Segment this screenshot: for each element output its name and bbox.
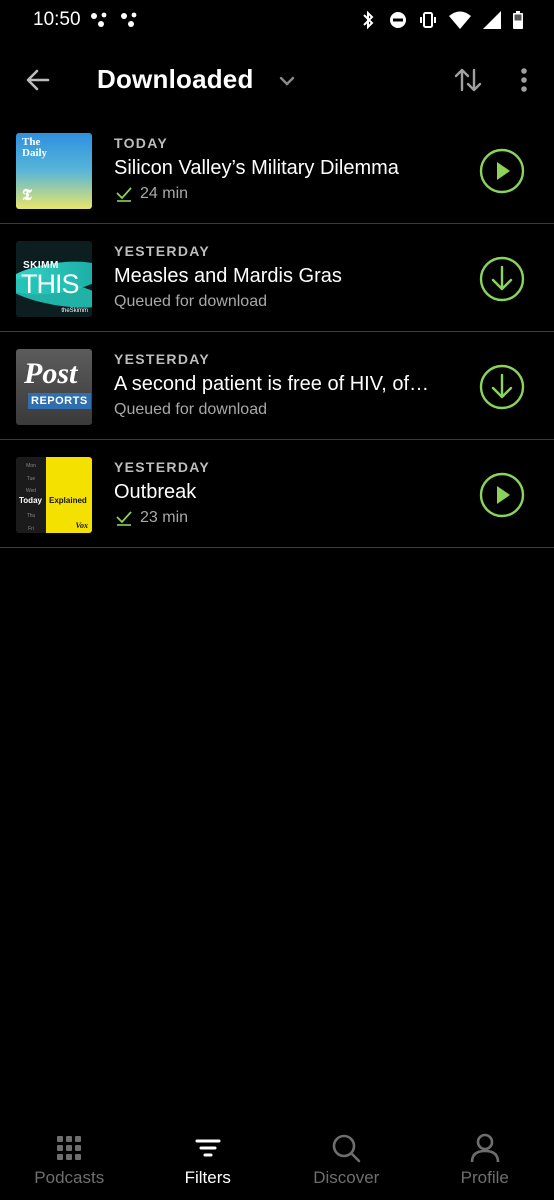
- episode-title: A second patient is free of HIV, of…: [114, 373, 429, 395]
- sort-icon[interactable]: [452, 64, 484, 96]
- status-time: 10:50: [33, 9, 81, 30]
- artwork-text: Daily: [22, 147, 48, 159]
- episode-subtitle: 23 min: [114, 509, 454, 527]
- episode-meta: YESTERDAY Outbreak 23 min: [114, 459, 454, 527]
- nyt-logo: 𝕿: [22, 187, 32, 204]
- checkmark-icon: [116, 187, 132, 202]
- nav-label: Discover: [313, 1168, 380, 1187]
- play-icon[interactable]: [479, 148, 525, 194]
- profile-icon: [470, 1133, 500, 1163]
- episode-title: Silicon Valley’s Military Dilemma: [114, 157, 399, 179]
- arrow-back-icon: [26, 69, 50, 91]
- podcast-artwork-skimm-this: SKIMM THIS theSkimm: [16, 241, 92, 317]
- artwork-text: Post: [24, 357, 78, 390]
- nav-item-discover[interactable]: Discover: [277, 1122, 416, 1200]
- episode-title: Measles and Mardis Gras: [114, 265, 342, 287]
- status-bar: 10:50: [0, 0, 554, 42]
- artwork-text: REPORTS: [28, 393, 91, 409]
- assistant-dots-icon: [91, 12, 107, 27]
- nav-label: Filters: [184, 1168, 231, 1187]
- episode-meta: YESTERDAY A second patient is free of HI…: [114, 351, 454, 419]
- search-icon: [332, 1134, 361, 1163]
- nav-item-podcasts[interactable]: Podcasts: [0, 1122, 139, 1200]
- signal-icon: [483, 11, 501, 29]
- system-icons: [358, 10, 524, 30]
- episode-row[interactable]: Post REPORTS YESTERDAY A second patient …: [0, 332, 554, 440]
- artwork-text: Explained: [49, 496, 87, 505]
- back-button[interactable]: [22, 64, 54, 96]
- nav-label: Profile: [460, 1168, 509, 1187]
- assistant-dots-icon: [121, 12, 137, 27]
- vibrate-icon: [420, 12, 436, 28]
- episode-date: YESTERDAY: [114, 351, 210, 367]
- grid-icon: [57, 1136, 82, 1160]
- episode-title: Outbreak: [114, 481, 197, 503]
- do-not-disturb-icon: [390, 12, 406, 28]
- download-status: Queued for download: [114, 401, 267, 418]
- episode-list: The Daily 𝕿 TODAY Silicon Valley’s Milita…: [0, 116, 554, 548]
- battery-icon: [513, 11, 523, 29]
- filter-icon: [195, 1139, 221, 1157]
- nav-item-profile[interactable]: Profile: [416, 1122, 554, 1200]
- checkmark-icon: [116, 511, 132, 526]
- page-title[interactable]: Downloaded: [97, 64, 254, 95]
- episode-meta: YESTERDAY Measles and Mardis Gras Queued…: [114, 243, 454, 311]
- episode-meta: TODAY Silicon Valley’s Military Dilemma …: [114, 135, 454, 203]
- play-icon[interactable]: [479, 472, 525, 518]
- episode-subtitle: Queued for download: [114, 401, 454, 419]
- podcast-artwork-today-explained: Mon Tue Wed Thu Fri Today Explained Vox: [16, 457, 92, 533]
- podcast-artwork-the-daily: The Daily 𝕿: [16, 133, 92, 209]
- artwork-text: Vox: [75, 521, 88, 530]
- episode-date: YESTERDAY: [114, 243, 210, 259]
- notification-icons: [90, 11, 140, 29]
- episode-row[interactable]: The Daily 𝕿 TODAY Silicon Valley’s Milita…: [0, 116, 554, 224]
- podcast-artwork-post-reports: Post REPORTS: [16, 349, 92, 425]
- artwork-text: Today: [19, 496, 42, 505]
- download-icon[interactable]: [479, 256, 525, 302]
- download-icon[interactable]: [479, 364, 525, 410]
- episode-date: YESTERDAY: [114, 459, 210, 475]
- episode-subtitle: Queued for download: [114, 293, 454, 311]
- toolbar: Downloaded: [0, 52, 554, 108]
- nav-label: Podcasts: [34, 1168, 105, 1187]
- episode-date: TODAY: [114, 135, 168, 151]
- artwork-text: THIS: [21, 269, 80, 299]
- bluetooth-icon: [363, 10, 374, 30]
- chevron-down-icon[interactable]: [276, 70, 298, 92]
- bottom-navigation: Podcasts Filters Discover Profile: [0, 1122, 554, 1200]
- wifi-icon: [449, 11, 471, 29]
- episode-duration: 23 min: [140, 509, 189, 526]
- artwork-text: theSkimm: [61, 308, 88, 314]
- nav-item-filters[interactable]: Filters: [139, 1122, 278, 1200]
- episode-duration: 24 min: [140, 185, 189, 202]
- episode-row[interactable]: Mon Tue Wed Thu Fri Today Explained Vox …: [0, 440, 554, 548]
- episode-subtitle: 24 min: [114, 185, 454, 203]
- download-status: Queued for download: [114, 293, 267, 310]
- more-options-icon[interactable]: [510, 64, 538, 96]
- episode-row[interactable]: SKIMM THIS theSkimm YESTERDAY Measles an…: [0, 224, 554, 332]
